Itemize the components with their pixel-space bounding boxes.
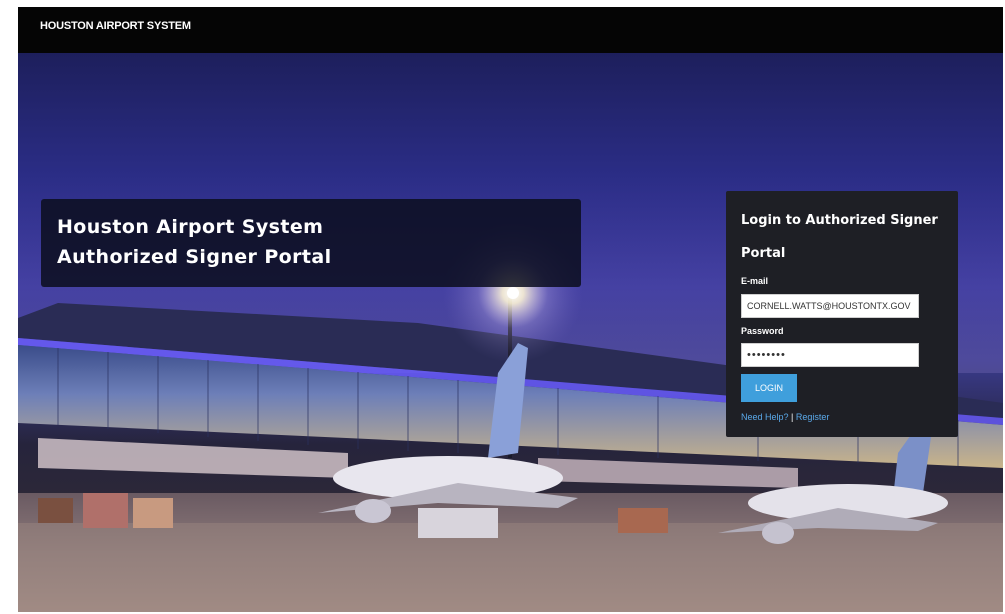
hero-title-banner: Houston Airport System Authorized Signer… [41,199,581,287]
login-button[interactable]: LOGIN [741,374,797,402]
login-heading: Login to Authorized Signer Portal [741,213,938,261]
hero-background: Houston Airport System Authorized Signer… [18,53,1003,612]
top-navbar: HOUSTON AIRPORT SYSTEM [18,7,1003,53]
login-links: Need Help? | Register [741,412,829,422]
need-help-link[interactable]: Need Help? [741,412,789,422]
password-label: Password [741,326,784,336]
hero-title-line-1: Houston Airport System [57,216,324,238]
login-panel: Login to Authorized Signer Portal E-mail… [726,191,958,437]
email-field[interactable] [741,294,919,318]
browser-viewport: HOUSTON AIRPORT SYSTEM Houston Airport S… [18,7,1003,612]
hero-title-line-2: Authorized Signer Portal [57,246,332,268]
register-link[interactable]: Register [796,412,830,422]
email-label: E-mail [741,276,769,286]
link-separator: | [791,412,794,422]
site-title[interactable]: HOUSTON AIRPORT SYSTEM [40,20,191,32]
password-field[interactable] [741,343,919,367]
